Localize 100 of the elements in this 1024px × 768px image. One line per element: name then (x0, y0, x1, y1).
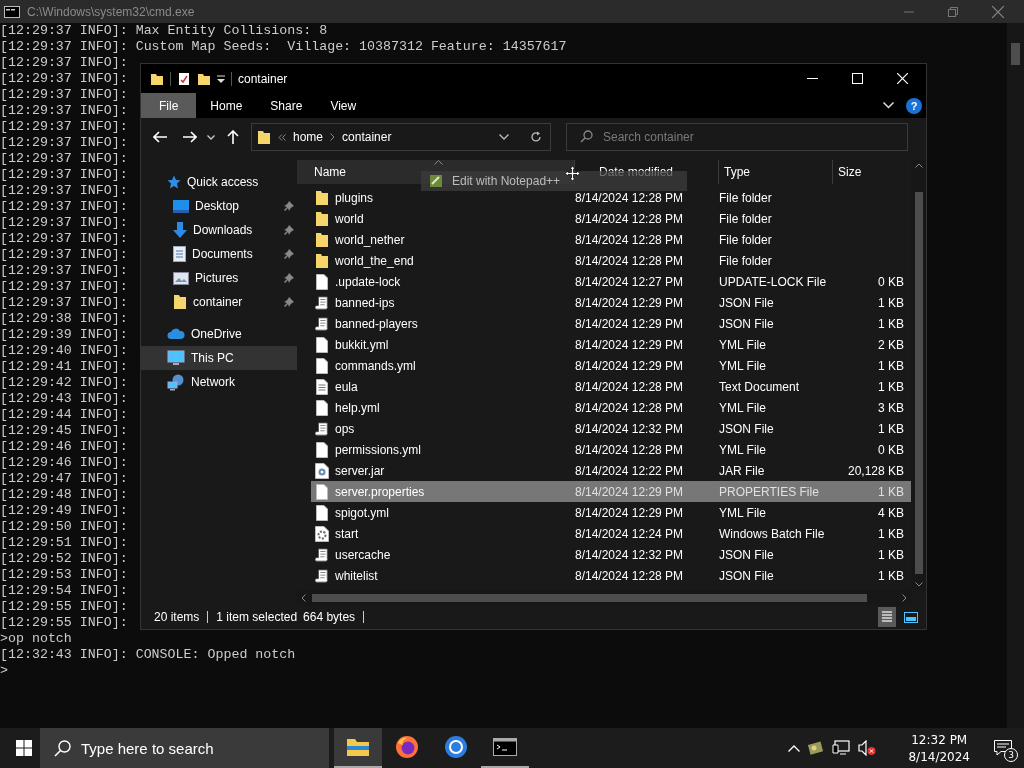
console-line: >op notch (0, 631, 72, 647)
sidebar-item[interactable]: Network (141, 370, 297, 394)
taskbar-search-field[interactable]: Type here to search (40, 728, 329, 768)
chevron-icon (330, 133, 336, 141)
clock-time: 12:32 PM (911, 732, 968, 747)
item-count: 20 items (154, 611, 209, 623)
restore-icon[interactable] (948, 6, 958, 17)
details-view-icon (882, 611, 892, 623)
file-row[interactable]: world 8/14/2024 12:28 PM File folder (297, 208, 911, 229)
console-line: [12:29:45 INFO]: (0, 423, 128, 439)
console-line: [12:29:51 INFO]: (0, 535, 128, 551)
file-row[interactable]: eula 8/14/2024 12:28 PM Text Document 1 KB (297, 376, 911, 397)
properties-icon[interactable] (177, 71, 191, 86)
file-icon (315, 357, 329, 374)
help-button[interactable]: ? (906, 97, 922, 114)
file-row[interactable]: whitelist 8/14/2024 12:28 PM JSON File 1 KB (297, 565, 911, 586)
expand-ribbon-icon[interactable] (883, 102, 894, 109)
pin-icon[interactable] (284, 249, 294, 259)
tray-app-icon[interactable] (808, 740, 825, 756)
console-line: [12:29:55 INFO]: (0, 599, 128, 615)
network-icon (167, 373, 185, 391)
caret-icon[interactable] (207, 134, 215, 140)
caret-icon[interactable] (499, 134, 509, 140)
scroll-down-icon[interactable] (914, 582, 923, 587)
ribbon-tab[interactable]: Home (196, 93, 257, 118)
scrollbar[interactable] (1007, 23, 1024, 728)
sidebar-item[interactable]: Documents (141, 242, 297, 266)
desktop-icon (173, 199, 189, 213)
notification-button[interactable]: 3 (988, 733, 1018, 763)
muted-speaker-icon[interactable] (858, 740, 877, 756)
file-row[interactable]: start 8/14/2024 12:24 PM Windows Batch File 1 KB (297, 523, 911, 544)
file-row[interactable]: ops 8/14/2024 12:32 PM JSON File 1 KB (297, 418, 911, 439)
file-row[interactable]: permissions.yml 8/14/2024 12:28 PM YML File 0 KB (297, 439, 911, 460)
double-chevron-icon (278, 133, 286, 141)
console-line: [12:29:37 INFO]: (0, 71, 128, 87)
search-field[interactable]: Search container (566, 123, 908, 151)
column-header[interactable]: Type (719, 160, 833, 184)
new-folder-icon[interactable] (197, 71, 211, 86)
scroll-right-icon[interactable] (902, 593, 907, 602)
circle-browser-icon (444, 735, 468, 759)
file-row[interactable]: .update-lock 8/14/2024 12:27 PM UPDATE-LOCK File 0 KB (297, 271, 911, 292)
file-row[interactable]: usercache 8/14/2024 12:32 PM JSON File 1 KB (297, 544, 911, 565)
large-icons-view-icon (904, 611, 918, 623)
sidebar-item[interactable]: container (141, 290, 297, 314)
breadcrumb[interactable]: container (342, 130, 392, 144)
console-line: [12:29:37 INFO]: Max Entity Collisions: 8 (0, 23, 328, 39)
refresh-icon[interactable] (530, 131, 542, 143)
console-line: [12:29:41 INFO]: (0, 359, 128, 375)
file-row[interactable]: server.properties 8/14/2024 12:29 PM PROPERTIES File 1 KB (311, 481, 911, 502)
sidebar-item[interactable]: Desktop (141, 194, 297, 218)
console-line: [12:29:46 INFO]: (0, 439, 128, 455)
file-row[interactable]: bukkit.yml 8/14/2024 12:29 PM YML File 2 KB (297, 334, 911, 355)
sidebar-item[interactable]: Pictures (141, 266, 297, 290)
scroll-left-icon[interactable] (301, 593, 306, 602)
forward-arrow-icon[interactable] (183, 131, 197, 143)
file-icon (315, 273, 329, 290)
pin-icon[interactable] (284, 273, 294, 283)
breadcrumb[interactable]: home (293, 130, 324, 144)
file-row[interactable]: plugins 8/14/2024 12:28 PM File folder (297, 187, 911, 208)
console-line: [12:29:37 INFO]: (0, 215, 128, 231)
folder-icon[interactable] (150, 71, 164, 86)
file-row[interactable]: world_nether 8/14/2024 12:28 PM File folder (297, 229, 911, 250)
sidebar-item[interactable]: Downloads (141, 218, 297, 242)
console-line: [12:29:47 INFO]: (0, 471, 128, 487)
ribbon-tab[interactable]: View (316, 93, 371, 118)
file-row[interactable]: world_the_end 8/14/2024 12:28 PM File folder (297, 250, 911, 271)
file-row[interactable]: spigot.yml 8/14/2024 12:29 PM YML File 4 KB (297, 502, 911, 523)
sidebar-item[interactable]: This PC (141, 346, 297, 370)
column-header[interactable]: Size (833, 160, 904, 184)
file-icon (315, 504, 329, 521)
sidebar-item[interactable]: Quick access (141, 170, 297, 194)
up-arrow-icon[interactable] (227, 130, 239, 144)
file-row[interactable]: server.jar 8/14/2024 12:22 PM JAR File 20,128 KB (297, 460, 911, 481)
console-line: [12:29:37 INFO]: (0, 263, 128, 279)
clock[interactable]: 12:32 PM 8/14/2024 (908, 732, 970, 764)
taskbar-app[interactable] (334, 728, 382, 768)
windows-start-icon[interactable] (16, 740, 32, 756)
address-bar[interactable]: home container (251, 123, 551, 151)
pin-icon[interactable] (284, 225, 294, 235)
ribbon-tab[interactable]: File (141, 93, 197, 118)
file-row[interactable]: banned-players 8/14/2024 12:29 PM JSON File 1 KB (297, 313, 911, 334)
folder-icon (346, 737, 370, 757)
file-row[interactable]: commands.yml 8/14/2024 12:29 PM YML File 1 KB (297, 355, 911, 376)
pin-icon[interactable] (284, 201, 294, 211)
console-line: [12:29:37 INFO]: (0, 55, 128, 71)
pin-icon[interactable] (284, 297, 294, 307)
archive-icon (315, 462, 329, 479)
file-row[interactable]: help.yml 8/14/2024 12:28 PM YML File 3 KB (297, 397, 911, 418)
file-row[interactable]: banned-ips 8/14/2024 12:29 PM JSON File 1 KB (297, 292, 911, 313)
download-arrow-icon (173, 222, 187, 238)
maximize-icon[interactable] (852, 73, 863, 84)
console-line: [12:29:37 INFO]: (0, 247, 128, 263)
sidebar-item[interactable]: OneDrive (141, 322, 297, 346)
caret-up-icon[interactable] (788, 744, 801, 752)
back-arrow-icon[interactable] (153, 131, 167, 143)
document-icon (173, 246, 186, 262)
dropdown-icon[interactable] (217, 73, 225, 84)
ribbon-tab[interactable]: Share (256, 93, 317, 118)
network-icon[interactable] (832, 740, 851, 756)
scroll-up-icon[interactable] (914, 163, 923, 168)
